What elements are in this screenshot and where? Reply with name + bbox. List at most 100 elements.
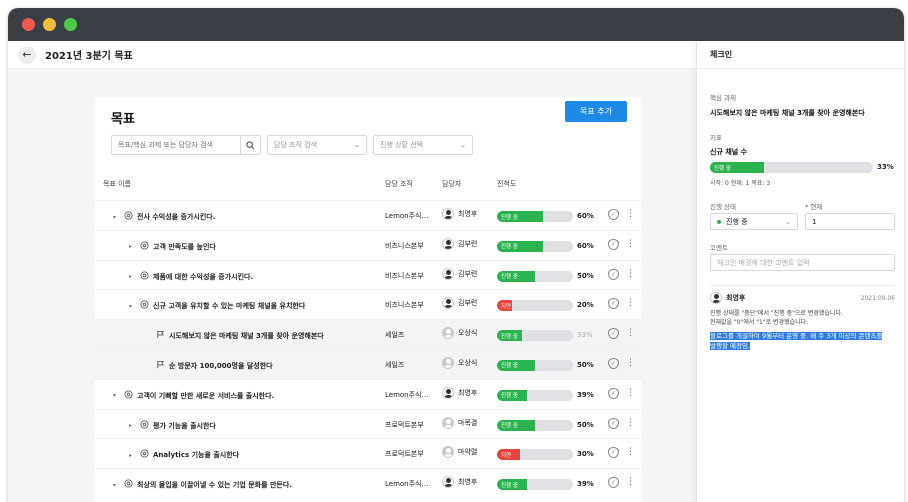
progress-percent: 39% [577, 390, 594, 399]
caret-right-icon[interactable]: ▸ [129, 452, 136, 459]
goal-org: 비즈니스본부 [385, 241, 424, 250]
add-goal-button[interactable]: 목표 추가 [565, 101, 627, 122]
progress-percent: 50% [577, 360, 594, 369]
window-titlebar [8, 8, 904, 41]
goals-pane: ← 2021년 3분기 목표 목표 목표 추가 담당 조직 검색 ⌄ [8, 41, 696, 502]
goal-name-text: 최상의 몰입을 이끌어낼 수 있는 기업 문화를 만든다. [137, 481, 292, 490]
goal-name[interactable]: 순 방문자 100,000명을 달성한다 [145, 360, 273, 372]
progress-fill: 지연 [497, 300, 513, 312]
goal-name[interactable]: 시도해보지 않은 마케팅 채널 3개를 찾아 운영해본다 [145, 330, 324, 342]
chevron-down-icon: ⌄ [460, 141, 466, 149]
owner-name: 김부련 [458, 269, 478, 278]
goal-name[interactable]: ▸ 평가 기능을 출시한다 [129, 420, 216, 432]
checkin-shield-icon[interactable]: ✓ [608, 268, 619, 280]
comment-line-1: 진행 상태를 "중단"에서 "진행 중"으로 변경했습니다. [710, 310, 843, 317]
more-options-icon[interactable]: ⋮ [626, 358, 635, 368]
progress-percent: 20% [577, 301, 594, 310]
search-icon[interactable] [240, 136, 260, 154]
checkin-shield-icon[interactable]: ✓ [608, 209, 619, 220]
more-options-icon[interactable]: ⋮ [626, 328, 635, 338]
more-options-icon[interactable]: ⋮ [626, 388, 635, 398]
more-options-icon[interactable]: ⋮ [626, 239, 635, 249]
more-options-icon[interactable]: ⋮ [626, 447, 635, 457]
metric-label: 지표 [710, 134, 722, 142]
owner-name: 최영후 [458, 478, 478, 487]
flag-icon [156, 360, 165, 372]
table-row[interactable]: ▾ 고객이 기뻐할 만한 새로운 서비스를 출시한다. Lemon주식… 최영후 진행 … [95, 378, 641, 409]
goal-name[interactable]: ▾ 최상의 몰입을 이끌어낼 수 있는 기업 문화를 만든다. [113, 479, 292, 491]
checkin-shield-icon[interactable]: ✓ [608, 238, 619, 250]
current-value-input[interactable]: 1 [805, 213, 895, 230]
maximize-window-button[interactable] [64, 18, 77, 31]
minimize-window-button[interactable] [43, 18, 56, 31]
more-options-icon[interactable]: ⋮ [626, 418, 635, 428]
status-select[interactable]: 진행 중 ⌄ [710, 213, 798, 230]
goal-owner: 최영후 [442, 386, 477, 399]
table-row[interactable]: ▾ 전사 수익성을 증가시킨다. Lemon주식… 최영후 진행 중 60% ✓ ⋮ [95, 200, 641, 230]
checkin-title: 체크인 [697, 41, 904, 69]
org-filter-label: 담당 조직 검색 [274, 141, 318, 149]
goal-name[interactable]: ▾ 전사 수익성을 증가시킨다. [113, 211, 215, 223]
progress-percent: 60% [577, 212, 594, 220]
caret-down-icon[interactable]: ▾ [113, 214, 120, 221]
checkin-shield-icon[interactable]: ✓ [608, 328, 619, 340]
more-options-icon[interactable]: ⋮ [626, 209, 635, 219]
checkin-shield-icon[interactable]: ✓ [608, 447, 619, 459]
search-input[interactable] [112, 136, 240, 154]
status-filter-select[interactable]: 진행 상황 선택 ⌄ [373, 135, 473, 155]
goal-name[interactable]: ▸ Analytics 기능을 출시한다 [129, 449, 239, 461]
goal-name-text: 전사 수익성을 증가시킨다. [137, 213, 216, 221]
goals-card: 목표 목표 추가 담당 조직 검색 ⌄ 진행 상황 선택 [95, 97, 641, 502]
progress-fill: 진행 중 [497, 330, 523, 342]
goal-name[interactable]: ▸ 고객 만족도를 높인다 [129, 241, 216, 253]
table-row[interactable]: 순 방문자 100,000명을 달성한다 세일즈 오상식 진행 중 50% ✓ ⋮ [95, 348, 641, 379]
avatar [442, 237, 454, 250]
goal-org: 프로덕트본부 [385, 420, 424, 429]
progress-bar: 진행 중 [497, 330, 573, 342]
progress-percent: 50% [577, 420, 594, 429]
goal-name[interactable]: ▸ 제품에 대한 수익성을 증가시킨다. [129, 271, 253, 283]
avatar [442, 416, 454, 429]
table-row[interactable]: ▸ Analytics 기능을 출시한다 프로덕트본부 마약렬 지연 30% ✓ ⋮ [95, 438, 641, 468]
column-progress-header: 진척도 [497, 180, 517, 188]
table-row[interactable]: 시도해보지 않은 마케팅 채널 3개를 찾아 운영해본다 세일즈 오상식 진행 중 33… [95, 319, 641, 349]
caret-right-icon[interactable]: ▸ [129, 422, 136, 429]
comment-input[interactable]: 체크인 배경에 대한 코멘트 입력 [710, 254, 895, 271]
progress-fill: 진행 중 [497, 270, 535, 282]
checkin-shield-icon[interactable]: ✓ [608, 387, 619, 399]
checkin-shield-icon[interactable]: ✓ [608, 477, 619, 489]
owner-name: 마목결 [458, 418, 478, 427]
caret-right-icon[interactable]: ▸ [129, 273, 136, 280]
owner-name: 마약렬 [458, 448, 478, 457]
more-options-icon[interactable]: ⋮ [626, 298, 635, 308]
progress-bar: 진행 중 [497, 211, 573, 222]
goal-owner: 마약렬 [442, 446, 478, 459]
checkin-shield-icon[interactable]: ✓ [608, 417, 619, 429]
comment-label: 코멘트 [710, 244, 728, 252]
caret-down-icon[interactable]: ▾ [113, 392, 120, 399]
goal-name[interactable]: ▾ 고객이 기뻐할 만한 새로운 서비스를 출시한다. [113, 390, 274, 402]
goal-org: 세일즈 [385, 331, 405, 340]
caret-right-icon[interactable]: ▸ [129, 243, 136, 250]
metric-progress-fill: 진행 중 [710, 162, 764, 173]
more-options-icon[interactable]: ⋮ [626, 269, 635, 279]
target-icon [140, 300, 149, 312]
org-filter-select[interactable]: 담당 조직 검색 ⌄ [267, 135, 367, 155]
table-row[interactable]: ▸ 제품에 대한 수익성을 증가시킨다. 비즈니스본부 김부련 진행 중 50% ✓ ⋮ [95, 259, 641, 290]
checkin-shield-icon[interactable]: ✓ [608, 357, 619, 369]
close-window-button[interactable] [22, 18, 35, 31]
caret-down-icon[interactable]: ▾ [113, 482, 120, 489]
goal-name[interactable]: ▾ 신규 고객을 유치할 수 있는 마케팅 채널을 유치한다 [129, 300, 305, 312]
table-row[interactable]: ▸ 고객 만족도를 높인다 비즈니스본부 김부련 진행 중 60% ✓ ⋮ [95, 229, 641, 260]
table-row[interactable]: ▾ 최상의 몰입을 이끌어낼 수 있는 기업 문화를 만든다. Lemon주식… 최영… [95, 468, 641, 498]
progress-bar: 진행 중 [497, 240, 573, 252]
caret-down-icon[interactable]: ▾ [129, 303, 136, 310]
status-select-value: 진행 중 [726, 217, 748, 226]
table-row[interactable]: ▾ 신규 고객을 유치할 수 있는 마케팅 채널을 유치한다 비즈니스본부 김부련 지연… [95, 289, 641, 319]
more-options-icon[interactable]: ⋮ [626, 477, 635, 487]
table-row[interactable]: ▸ 평가 기능을 출시한다 프로덕트본부 마목결 진행 중 50% ✓ ⋮ [95, 408, 641, 439]
arrow-left-icon[interactable]: ← [18, 45, 36, 64]
checkin-shield-icon[interactable]: ✓ [608, 298, 619, 310]
owner-name: 오상식 [458, 329, 478, 338]
flag-icon [156, 330, 165, 342]
